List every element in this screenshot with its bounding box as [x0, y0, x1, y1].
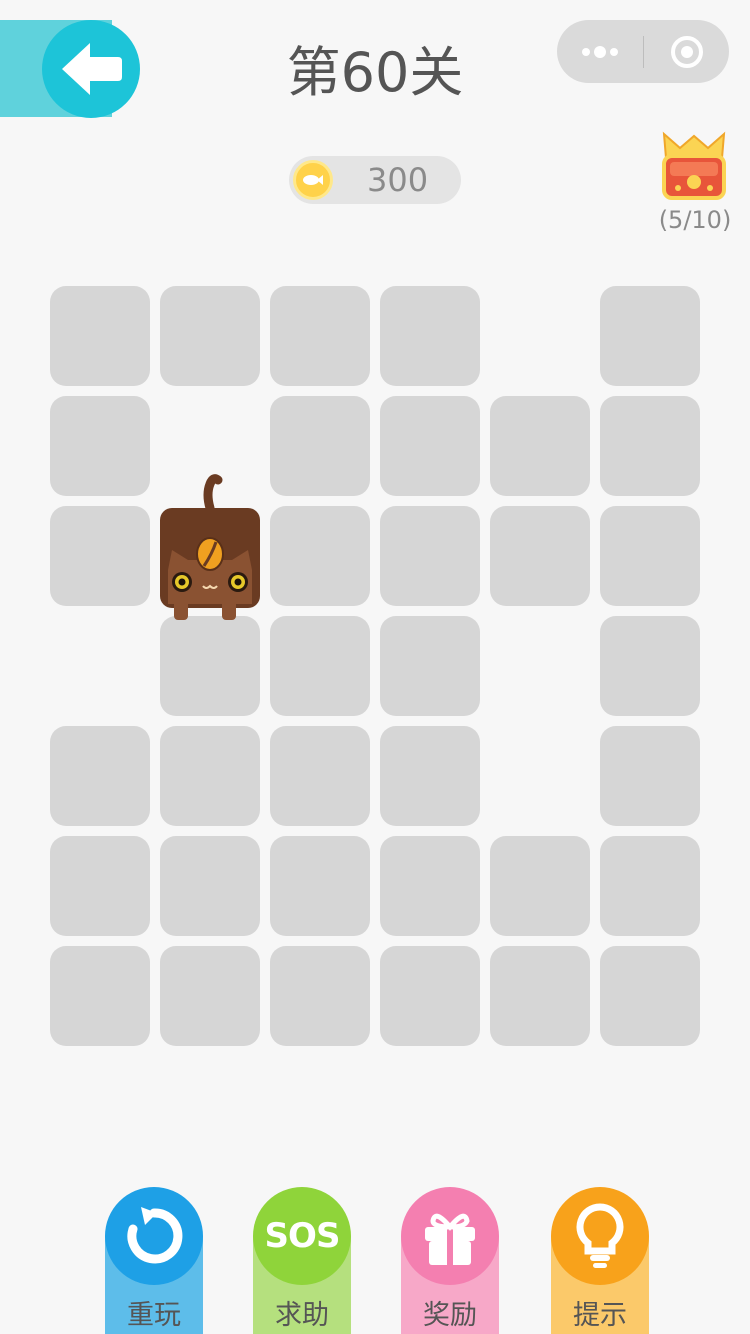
board-tile[interactable] [270, 396, 370, 496]
board-tile[interactable] [270, 616, 370, 716]
fish-coin-icon [293, 160, 333, 200]
lightbulb-icon [551, 1187, 649, 1285]
chest-progress: (5/10) [658, 206, 732, 234]
board-tile[interactable] [160, 616, 260, 716]
coin-value: 300 [367, 161, 429, 199]
treasure-chest-icon [662, 131, 726, 200]
board-tile[interactable] [50, 506, 150, 606]
sos-text: SOS [264, 1216, 341, 1256]
board-tile[interactable] [160, 946, 260, 1046]
board-tile[interactable] [270, 726, 370, 826]
board-tile[interactable] [270, 946, 370, 1046]
sos-button[interactable]: SOS 求助 [253, 1187, 351, 1334]
board-tile[interactable] [380, 726, 480, 826]
replay-button[interactable]: 重玩 [105, 1187, 203, 1334]
cat-block[interactable] [160, 474, 260, 624]
board-tile[interactable] [490, 946, 590, 1046]
board-tile[interactable] [600, 286, 700, 386]
button-label: 奖励 [423, 1300, 477, 1331]
board-tile[interactable] [490, 396, 590, 496]
board-tile[interactable] [380, 616, 480, 716]
board-tile[interactable] [50, 286, 150, 386]
cat-icon [160, 474, 260, 620]
board-tile[interactable] [270, 836, 370, 936]
hint-button[interactable]: 提示 [551, 1187, 649, 1334]
board-tile[interactable] [600, 616, 700, 716]
close-miniprogram-button[interactable] [644, 20, 729, 83]
board-tile[interactable] [160, 836, 260, 936]
reward-button[interactable]: 奖励 [401, 1187, 499, 1334]
more-button[interactable] [557, 20, 643, 83]
board-tile[interactable] [600, 506, 700, 606]
treasure-chest[interactable] [660, 128, 728, 208]
coin-counter: 300 [289, 156, 461, 204]
board-tile[interactable] [600, 946, 700, 1046]
board-tile[interactable] [380, 506, 480, 606]
board-tile[interactable] [380, 946, 480, 1046]
board-tile[interactable] [600, 396, 700, 496]
board-tile[interactable] [600, 836, 700, 936]
miniprogram-capsule [557, 20, 729, 83]
board-tile[interactable] [270, 286, 370, 386]
board-tile[interactable] [270, 506, 370, 606]
button-label: 提示 [573, 1300, 627, 1331]
board-tile[interactable] [490, 836, 590, 936]
board-tile[interactable] [160, 286, 260, 386]
board-tile[interactable] [160, 726, 260, 826]
more-dots-icon [582, 45, 618, 58]
target-icon [670, 35, 703, 68]
board-tile[interactable] [380, 836, 480, 936]
board-tile[interactable] [50, 836, 150, 936]
gift-icon [401, 1187, 499, 1285]
board-tile[interactable] [380, 396, 480, 496]
board-tile[interactable] [50, 946, 150, 1046]
replay-icon [105, 1187, 203, 1285]
sos-icon: SOS [253, 1187, 351, 1285]
button-label: 求助 [275, 1300, 329, 1331]
board-tile[interactable] [380, 286, 480, 386]
board-tile[interactable] [50, 396, 150, 496]
board-tile[interactable] [50, 726, 150, 826]
button-label: 重玩 [127, 1300, 181, 1331]
board-tile[interactable] [490, 506, 590, 606]
board-tile[interactable] [600, 726, 700, 826]
